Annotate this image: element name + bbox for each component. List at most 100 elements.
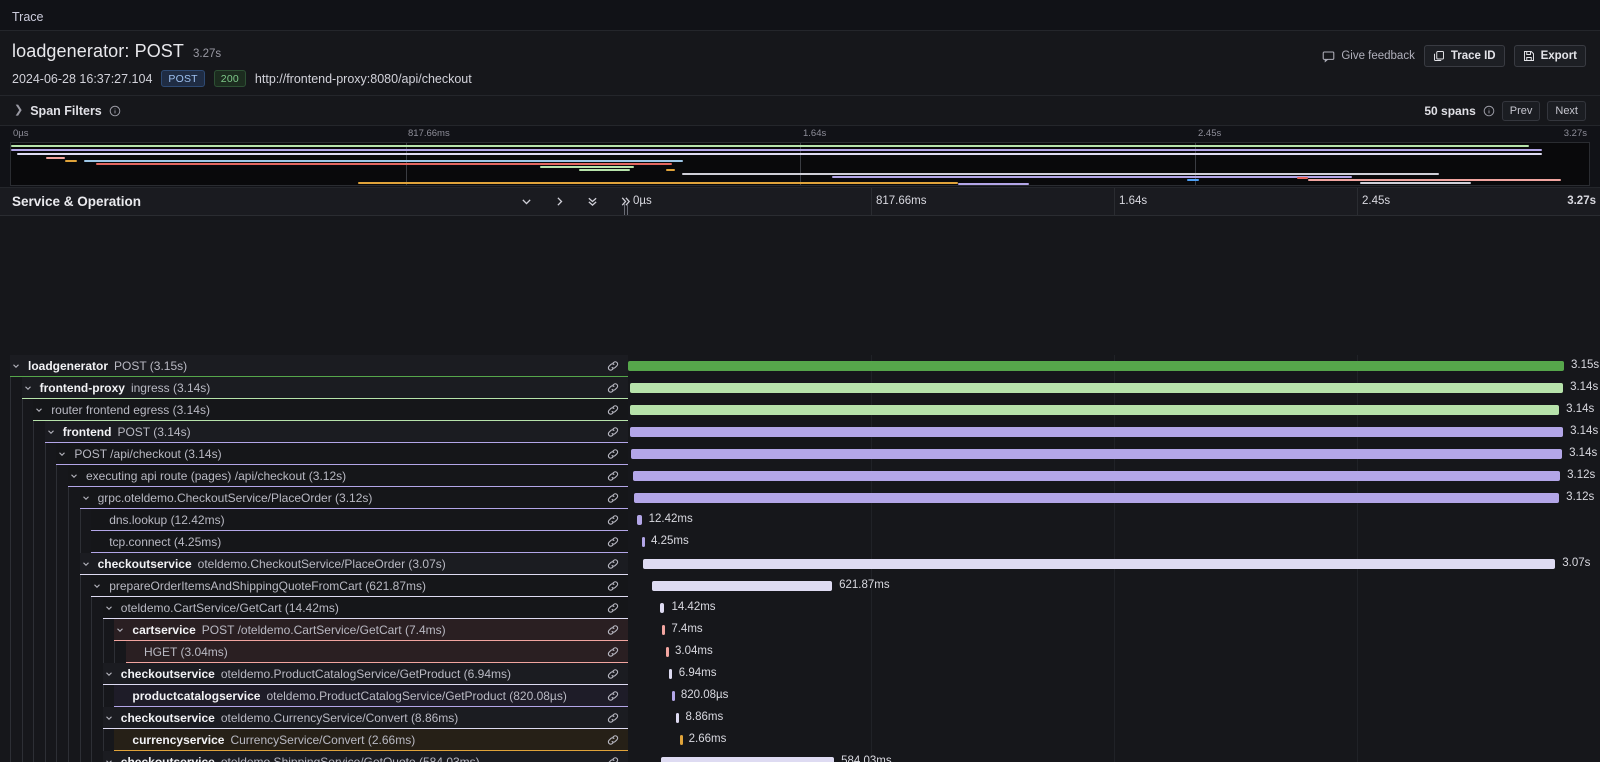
span-duration-bar[interactable] (630, 383, 1563, 393)
span-link-icon[interactable] (606, 711, 620, 725)
span-bar-cell[interactable]: 6.94ms (628, 663, 1600, 685)
span-name-cell[interactable]: checkoutserviceoteldemo.CheckoutService/… (0, 553, 628, 575)
span-duration-bar[interactable] (628, 361, 1564, 371)
span-duration-bar[interactable] (661, 757, 834, 762)
span-name-cell[interactable]: POST /api/checkout (3.14s) (0, 443, 628, 465)
span-name-cell[interactable]: productcatalogserviceoteldemo.ProductCat… (0, 685, 628, 707)
span-label-wrap[interactable]: prepareOrderItemsAndShippingQuoteFromCar… (91, 575, 628, 597)
span-duration-bar[interactable] (676, 713, 679, 723)
span-link-icon[interactable] (606, 381, 620, 395)
span-expand-caret[interactable] (56, 449, 68, 459)
span-bar-cell[interactable]: 8.86ms (628, 707, 1600, 729)
span-row[interactable]: checkoutserviceoteldemo.CheckoutService/… (0, 553, 1600, 575)
span-name-cell[interactable]: grpc.oteldemo.CheckoutService/PlaceOrder… (0, 487, 628, 509)
span-label-wrap[interactable]: checkoutserviceoteldemo.ProductCatalogSe… (103, 663, 628, 685)
span-duration-bar[interactable] (669, 669, 672, 679)
span-label-wrap[interactable]: productcatalogserviceoteldemo.ProductCat… (114, 685, 628, 707)
span-duration-bar[interactable] (630, 405, 1559, 415)
next-button[interactable]: Next (1547, 101, 1586, 121)
trace-minimap[interactable]: 0µs817.66ms1.64s2.45s3.27s (0, 126, 1600, 188)
export-button[interactable]: Export (1514, 45, 1586, 67)
span-bar-cell[interactable]: 14.42ms (628, 597, 1600, 619)
span-duration-bar[interactable] (652, 581, 832, 591)
span-link-icon[interactable] (606, 601, 620, 615)
span-expand-caret[interactable] (80, 559, 92, 569)
span-name-cell[interactable]: currencyserviceCurrencyService/Convert (… (0, 729, 628, 751)
span-bar-cell[interactable]: 3.14s (628, 399, 1600, 421)
span-expand-caret[interactable] (45, 427, 57, 437)
span-expand-caret[interactable] (114, 625, 126, 635)
span-bar-cell[interactable]: 2.66ms (628, 729, 1600, 751)
span-name-cell[interactable]: dns.lookup (12.42ms) (0, 509, 628, 531)
span-bar-cell[interactable]: 12.42ms (628, 509, 1600, 531)
expand-one-icon[interactable] (553, 195, 566, 208)
span-label-wrap[interactable]: loadgeneratorPOST (3.15s) (10, 355, 628, 377)
span-name-cell[interactable]: cartservicePOST /oteldemo.CartService/Ge… (0, 619, 628, 641)
chevron-right-icon[interactable]: ❯ (14, 105, 23, 116)
collapse-all-icon[interactable] (586, 195, 599, 208)
span-row[interactable]: executing api route (pages) /api/checkou… (0, 465, 1600, 487)
span-link-icon[interactable] (606, 645, 620, 659)
span-label-wrap[interactable]: grpc.oteldemo.CheckoutService/PlaceOrder… (80, 487, 628, 509)
span-rows-scroll[interactable]: loadgeneratorPOST (3.15s)3.15sfrontend-p… (0, 355, 1600, 762)
span-link-icon[interactable] (606, 513, 620, 527)
span-row[interactable]: HGET (3.04ms)3.04ms (0, 641, 1600, 663)
span-name-cell[interactable]: oteldemo.CartService/GetCart (14.42ms) (0, 597, 628, 619)
span-duration-bar[interactable] (660, 603, 664, 613)
span-row[interactable]: currencyserviceCurrencyService/Convert (… (0, 729, 1600, 751)
span-expand-caret[interactable] (68, 471, 80, 481)
span-name-cell[interactable]: tcp.connect (4.25ms) (0, 531, 628, 553)
give-feedback-button[interactable]: Give feedback (1322, 50, 1415, 63)
span-duration-bar[interactable] (672, 691, 675, 701)
span-label-wrap[interactable]: executing api route (pages) /api/checkou… (68, 465, 628, 487)
span-name-cell[interactable]: prepareOrderItemsAndShippingQuoteFromCar… (0, 575, 628, 597)
span-row[interactable]: cartservicePOST /oteldemo.CartService/Ge… (0, 619, 1600, 641)
span-bar-cell[interactable]: 3.14s (628, 421, 1600, 443)
span-link-icon[interactable] (606, 491, 620, 505)
span-link-icon[interactable] (606, 689, 620, 703)
span-expand-caret[interactable] (33, 405, 45, 415)
span-bar-cell[interactable]: 3.12s (628, 487, 1600, 509)
span-label-wrap[interactable]: currencyserviceCurrencyService/Convert (… (114, 729, 628, 751)
span-link-icon[interactable] (606, 557, 620, 571)
span-bar-cell[interactable]: 7.4ms (628, 619, 1600, 641)
info-icon-spans[interactable] (1483, 105, 1495, 117)
span-label-wrap[interactable]: POST /api/checkout (3.14s) (56, 443, 628, 465)
collapse-one-icon[interactable] (520, 195, 533, 208)
span-row[interactable]: POST /api/checkout (3.14s)3.14s (0, 443, 1600, 465)
span-name-cell[interactable]: executing api route (pages) /api/checkou… (0, 465, 628, 487)
span-bar-cell[interactable]: 3.15s (628, 355, 1600, 377)
span-expand-caret[interactable] (22, 383, 34, 393)
span-row[interactable]: loadgeneratorPOST (3.15s)3.15s (0, 355, 1600, 377)
span-bar-cell[interactable]: 4.25ms (628, 531, 1600, 553)
span-duration-bar[interactable] (666, 647, 669, 657)
span-name-cell[interactable]: frontendPOST (3.14s) (0, 421, 628, 443)
span-name-cell[interactable]: loadgeneratorPOST (3.15s) (0, 355, 628, 377)
span-row[interactable]: tcp.connect (4.25ms)4.25ms (0, 531, 1600, 553)
span-label-wrap[interactable]: oteldemo.CartService/GetCart (14.42ms) (103, 597, 628, 619)
span-row[interactable]: router frontend egress (3.14s)3.14s (0, 399, 1600, 421)
span-link-icon[interactable] (606, 623, 620, 637)
span-name-cell[interactable]: checkoutserviceoteldemo.CurrencyService/… (0, 707, 628, 729)
span-link-icon[interactable] (606, 667, 620, 681)
span-expand-caret[interactable] (103, 603, 115, 613)
span-duration-bar[interactable] (637, 515, 642, 525)
span-bar-cell[interactable]: 621.87ms (628, 575, 1600, 597)
span-duration-bar[interactable] (634, 493, 1559, 503)
span-bar-cell[interactable]: 3.14s (628, 377, 1600, 399)
span-row[interactable]: oteldemo.CartService/GetCart (14.42ms)14… (0, 597, 1600, 619)
span-label-wrap[interactable]: frontendPOST (3.14s) (45, 421, 628, 443)
info-icon[interactable] (109, 105, 121, 117)
span-duration-bar[interactable] (680, 735, 683, 745)
span-expand-caret[interactable] (103, 669, 115, 679)
prev-button[interactable]: Prev (1502, 101, 1541, 121)
span-label-wrap[interactable]: HGET (3.04ms) (126, 641, 628, 663)
span-bar-cell[interactable]: 3.14s (628, 443, 1600, 465)
span-expand-caret[interactable] (103, 713, 115, 723)
span-bar-cell[interactable]: 3.12s (628, 465, 1600, 487)
span-expand-caret[interactable] (10, 361, 22, 371)
span-name-cell[interactable]: checkoutserviceoteldemo.ShippingService/… (0, 751, 628, 762)
span-duration-bar[interactable] (631, 449, 1562, 459)
span-label-wrap[interactable]: checkoutserviceoteldemo.CheckoutService/… (80, 553, 628, 575)
span-expand-caret[interactable] (103, 757, 115, 762)
